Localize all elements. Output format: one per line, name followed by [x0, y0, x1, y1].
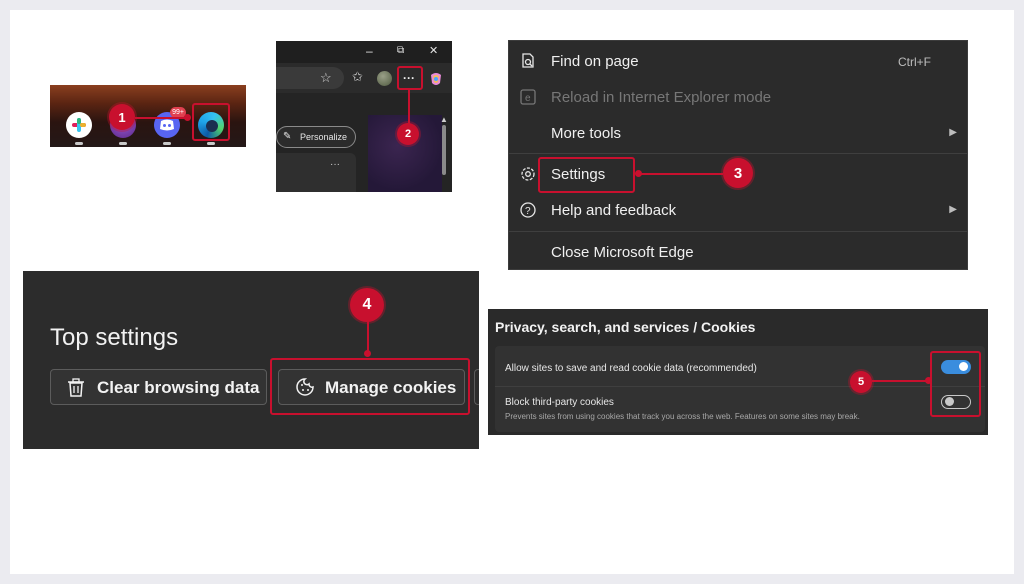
address-bar[interactable]: ☆	[276, 67, 344, 89]
personalize-button[interactable]: ✎ Personalize	[276, 126, 356, 148]
step-badge-1: 1	[109, 104, 135, 130]
step-badge-2: 2	[397, 123, 419, 145]
highlight-box	[930, 351, 981, 417]
menu-item-label: Close Microsoft Edge	[551, 244, 694, 261]
step-badge-4: 4	[350, 288, 384, 322]
callout-dot	[184, 114, 191, 121]
menu-separator	[509, 231, 967, 232]
clear-browsing-data-button[interactable]: Clear browsing data	[50, 369, 267, 405]
menu-item-close-edge[interactable]: Close Microsoft Edge	[509, 234, 969, 270]
title-bar: – ⧉ ✕	[276, 41, 452, 63]
callout-connector	[135, 117, 187, 119]
top-settings-panel: Top settings Clear browsing data Manage …	[23, 271, 479, 449]
copilot-icon[interactable]	[428, 71, 444, 87]
taskbar-indicator	[163, 142, 171, 145]
menu-item-more-tools[interactable]: More tools ▶	[509, 115, 969, 151]
svg-text:?: ?	[525, 206, 531, 217]
card-more-button[interactable]: ···	[330, 159, 340, 170]
find-icon	[519, 52, 537, 70]
close-button[interactable]: ✕	[429, 44, 438, 57]
section-title: Top settings	[50, 324, 179, 351]
slack-icon[interactable]	[66, 112, 92, 138]
content-card: ···	[276, 153, 356, 192]
block-third-party-description: Prevents sites from using cookies that t…	[505, 412, 860, 421]
help-icon: ?	[519, 201, 537, 219]
step-badge-5: 5	[850, 371, 872, 393]
menu-item-label: Find on page	[551, 53, 639, 70]
restore-button[interactable]: ⧉	[397, 45, 404, 56]
taskbar-indicator	[207, 142, 215, 145]
personalize-icon: ✎	[283, 131, 292, 142]
menu-item-find-on-page[interactable]: Find on page Ctrl+F	[509, 43, 969, 79]
highlight-box	[397, 66, 423, 90]
highlight-box	[538, 157, 635, 193]
callout-dot	[925, 377, 932, 384]
highlight-box	[270, 358, 470, 415]
breadcrumb: Privacy, search, and services / Cookies	[495, 319, 756, 335]
favorite-star-icon[interactable]: ☆	[320, 70, 332, 86]
browser-panel: – ⧉ ✕ ☆ ✩ ··· ✎ Personalize ··· ▲ 2	[276, 41, 452, 192]
scroll-up-arrow[interactable]: ▲	[440, 115, 448, 124]
highlight-box	[192, 103, 230, 141]
edge-menu-panel: Find on page Ctrl+F e Reload in Internet…	[508, 40, 968, 270]
svg-text:e: e	[525, 93, 531, 104]
minimize-button[interactable]: –	[366, 44, 373, 58]
collections-icon[interactable]: ✩	[352, 69, 363, 85]
step-badge-3: 3	[723, 158, 753, 188]
ie-icon: e	[519, 88, 537, 106]
profile-avatar[interactable]	[377, 71, 392, 86]
shortcut-label: Ctrl+F	[898, 55, 931, 69]
cookies-panel: Privacy, search, and services / Cookies …	[488, 309, 988, 435]
menu-item-label: Help and feedback	[551, 202, 677, 219]
scrollbar[interactable]	[442, 125, 446, 175]
callout-connector	[639, 173, 723, 175]
callout-connector	[872, 380, 928, 382]
menu-item-help-feedback[interactable]: ? Help and feedback ▶	[509, 192, 969, 228]
taskbar-indicator	[75, 142, 83, 145]
gear-icon	[519, 165, 537, 183]
row-divider	[495, 386, 985, 387]
trash-icon	[67, 378, 85, 403]
personalize-label: Personalize	[299, 132, 347, 142]
menu-item-label: More tools	[551, 125, 622, 142]
callout-dot	[635, 170, 642, 177]
taskbar-panel: 99+ 1	[50, 85, 246, 147]
submenu-arrow-icon: ▶	[949, 204, 957, 215]
submenu-arrow-icon: ▶	[949, 127, 957, 138]
menu-separator	[509, 153, 967, 154]
button-label: Clear browsing data	[97, 378, 260, 397]
callout-dot	[364, 350, 371, 357]
taskbar-indicator	[119, 142, 127, 145]
menu-item-label: Reload in Internet Explorer mode	[551, 89, 772, 106]
next-button-edge	[474, 369, 479, 405]
menu-item-reload-ie-mode: e Reload in Internet Explorer mode	[509, 79, 969, 115]
block-third-party-label: Block third-party cookies	[505, 397, 614, 408]
allow-cookies-label: Allow sites to save and read cookie data…	[505, 363, 757, 374]
